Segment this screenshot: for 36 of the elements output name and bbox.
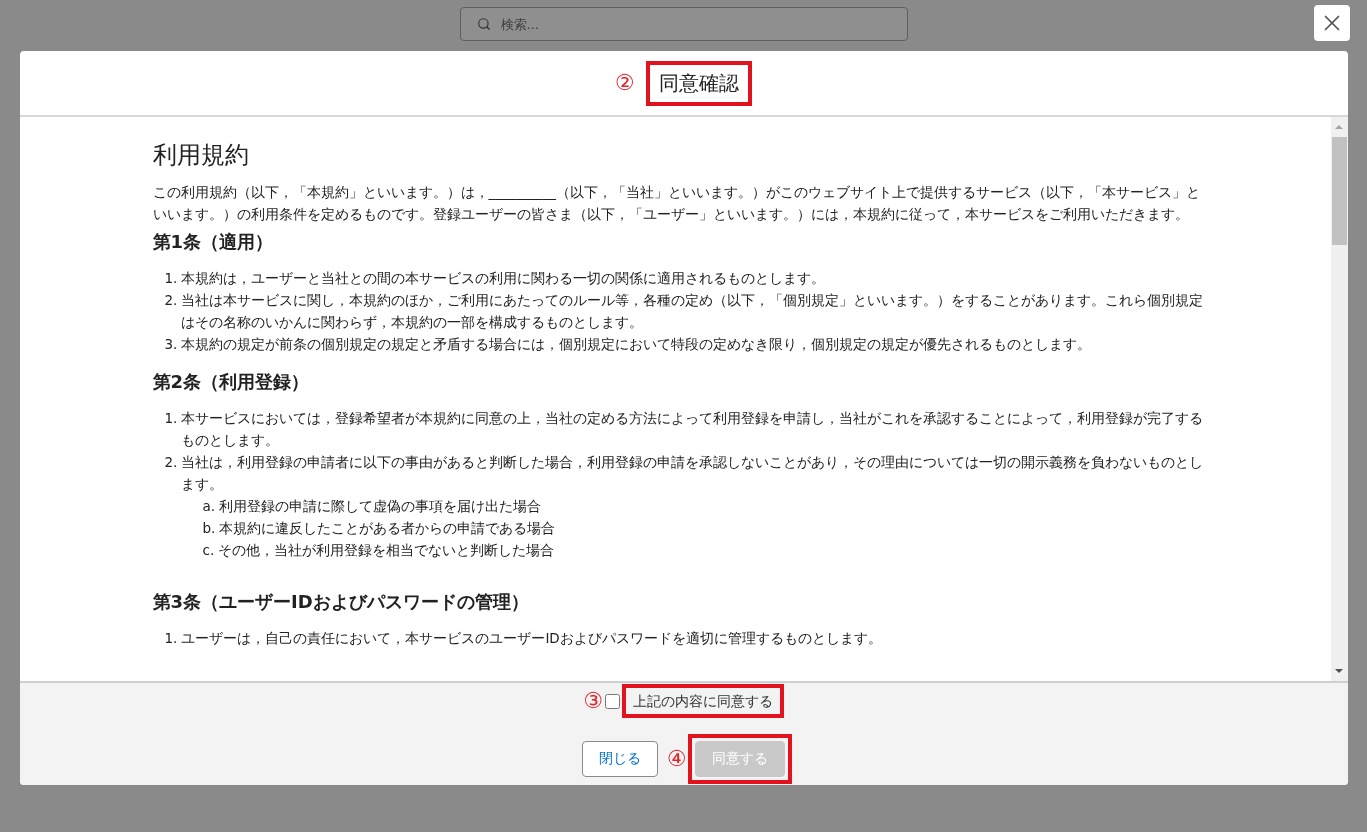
list-number: c. <box>202 541 215 560</box>
dialog-title: 同意確認 <box>658 69 741 97</box>
article-heading: 第2条（利用登録） <box>152 370 311 394</box>
clause-text: 本規約に違反したことがある者からの申請である場合 <box>219 519 556 538</box>
scrollbar[interactable] <box>1330 117 1348 681</box>
document-title: 利用規約 <box>152 140 250 171</box>
close-dialog-button[interactable]: 閉じる <box>581 741 658 777</box>
list-number: 1. <box>164 409 178 428</box>
clause-text: その他，当社が利用登録を相当でないと判断した場合 <box>218 541 555 560</box>
scroll-thumb[interactable] <box>1331 137 1347 245</box>
list-number: b. <box>202 519 216 538</box>
clause-text: 当社は，利用登録の申請者に以下の事由があると判断した場合，利用登録の申請を承認しないことがあり，その理由については一切の開示義務を負わないものとします。 <box>181 453 1205 494</box>
clause-text: 利用登録の申請に際して虚偽の事項を届け出た場合 <box>219 497 542 516</box>
clause-text: 本規約の規定が前条の個別規定の規定と矛盾する場合には，個別規定において特段の定めなき限り，個別規定の規定が優先されるものとします。 <box>181 335 1092 354</box>
list-number: 1. <box>164 629 178 648</box>
list-number: 3. <box>164 335 178 354</box>
clause-text: 本サービスにおいては，登録希望者が本規約に同意の上，当社の定める方法によって利用登録を申請し，当社がこれを承認することによって，利用登録が完了するものとします。 <box>181 409 1205 450</box>
article-heading: 第3条（ユーザーIDおよびパスワードの管理） <box>152 590 530 614</box>
step-marker: ② <box>614 72 635 94</box>
step-marker: ④ <box>666 748 687 770</box>
list-number: 1. <box>164 269 178 288</box>
list-number: a. <box>202 497 216 516</box>
article-heading: 第1条（適用） <box>152 230 275 254</box>
close-button[interactable] <box>1314 5 1350 41</box>
intro-paragraph: この利用規約（以下，「本規約」といいます。）は，__________（以下，「当社」といいます。）がこのウェブサイト上で提供するサービス（以下，「本サービス」といいます。）の利用条件を定めるものです。登録ユーザーの皆さま（以下，「ユーザー」といいます。）には，本規約に従って，本サービスをご利用いただきます。 <box>152 183 1201 224</box>
list-number: 2. <box>164 453 178 472</box>
scroll-down-icon[interactable] <box>1334 666 1344 676</box>
clause-text: 本規約は，ユーザーと当社との間の本サービスの利用に関わる一切の関係に適用されるものとします。 <box>181 269 826 288</box>
clause-text: 当社は本サービスに関し，本規約のほか，ご利用にあたってのルール等，各種の定め（以下，「個別規定」といいます。）をすることがあります。これら個別規定はその名称のいかんに関わらず，本規約の一部を構成するものとします。 <box>181 291 1205 332</box>
consent-label[interactable]: 上記の内容に同意する <box>628 691 777 711</box>
step-marker: ③ <box>583 690 603 712</box>
search-icon <box>476 17 491 31</box>
clause-text: ユーザーは，自己の責任において，本サービスのユーザーIDおよびパスワードを適切に管理するものとします。 <box>181 629 882 648</box>
consent-checkbox[interactable] <box>604 693 620 709</box>
search-field[interactable]: 検索... <box>459 7 908 41</box>
list-number: 2. <box>164 291 178 310</box>
